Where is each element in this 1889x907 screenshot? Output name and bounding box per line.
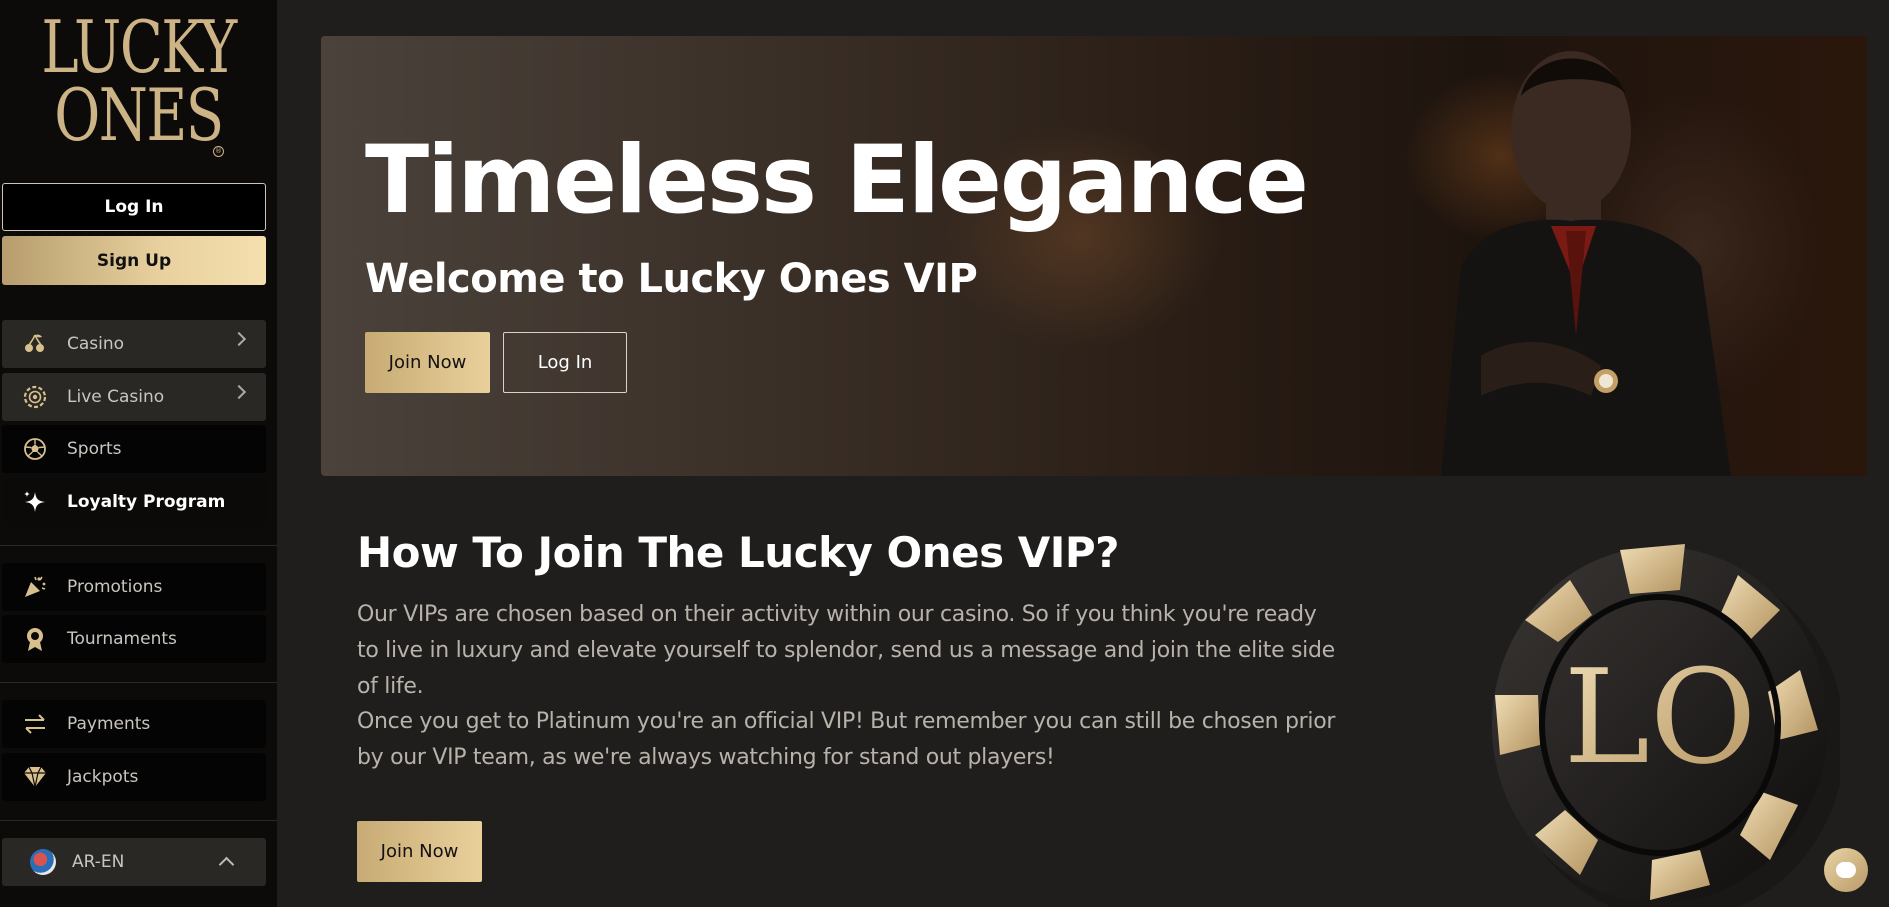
hero-title: Timeless Elegance [365,126,1309,235]
vip-join-now-button[interactable]: Join Now [357,821,482,882]
sidebar-signup-button[interactable]: Sign Up [2,236,266,285]
chevron-right-icon [231,384,247,400]
sidebar-item-jackpots[interactable]: Jackpots [2,753,266,801]
sidebar-item-payments[interactable]: Payments [2,700,266,748]
sidebar-item-label: Payments [67,714,151,734]
chat-support-button[interactable] [1824,848,1868,892]
sidebar-item-label: Jackpots [67,767,139,787]
logo-line2: ONES [54,73,224,157]
cherries-icon [20,329,50,359]
soccer-ball-icon [20,434,50,464]
chip-monogram: LO [1564,641,1757,793]
language-label: AR-EN [72,852,125,872]
logo-text: LUCKY ONES [41,5,237,157]
sidebar-item-sports[interactable]: Sports [2,425,266,473]
chevron-right-icon [231,331,247,347]
vip-paragraph-1: Our VIPs are chosen based on their activ… [357,602,1335,699]
sidebar-item-promotions[interactable]: Promotions [2,563,266,611]
party-popper-icon [20,572,50,602]
sidebar: LUCKY ONES ® Log In Sign Up Casino Live … [0,0,277,907]
chat-icon [1836,862,1856,878]
sidebar-login-button[interactable]: Log In [2,183,266,231]
vip-paragraph-2: Once you get to Platinum you're an offic… [357,709,1336,770]
casino-chip-image: LO [1492,544,1840,907]
sidebar-item-tournaments[interactable]: Tournaments [2,615,266,663]
sidebar-item-label: Promotions [67,577,163,597]
hero-subtitle: Welcome to Lucky Ones VIP [365,256,978,302]
hero-login-button[interactable]: Log In [503,332,627,393]
flag-globe-icon [30,849,56,875]
sidebar-item-label: Loyalty Program [67,492,226,512]
sidebar-divider [0,545,277,546]
hero-banner: Timeless Elegance Welcome to Lucky Ones … [321,36,1867,476]
sidebar-item-label: Sports [67,439,122,459]
hero-man-image [1441,51,1731,476]
sidebar-divider [0,682,277,683]
registered-mark: ® [213,146,224,157]
hero-join-now-button[interactable]: Join Now [365,332,490,393]
arrows-exchange-icon [20,709,50,739]
diamond-icon [20,762,50,792]
sidebar-item-label: Live Casino [67,387,165,407]
sidebar-item-casino[interactable]: Casino [2,320,266,368]
sidebar-divider [0,820,277,821]
sidebar-item-label: Tournaments [67,629,177,649]
chip-icon [20,382,50,412]
sparkle-icon [20,487,50,517]
sidebar-item-live-casino[interactable]: Live Casino [2,373,266,421]
language-selector[interactable]: AR-EN [2,838,266,886]
trophy-icon [20,624,50,654]
logo-line1: LUCKY [41,5,237,89]
sidebar-item-loyalty-program[interactable]: Loyalty Program [2,478,266,526]
chevron-up-icon [218,856,235,873]
vip-section-title: How To Join The Lucky Ones VIP? [357,528,1120,577]
logo[interactable]: LUCKY ONES ® [0,0,277,170]
sidebar-item-label: Casino [67,334,125,354]
